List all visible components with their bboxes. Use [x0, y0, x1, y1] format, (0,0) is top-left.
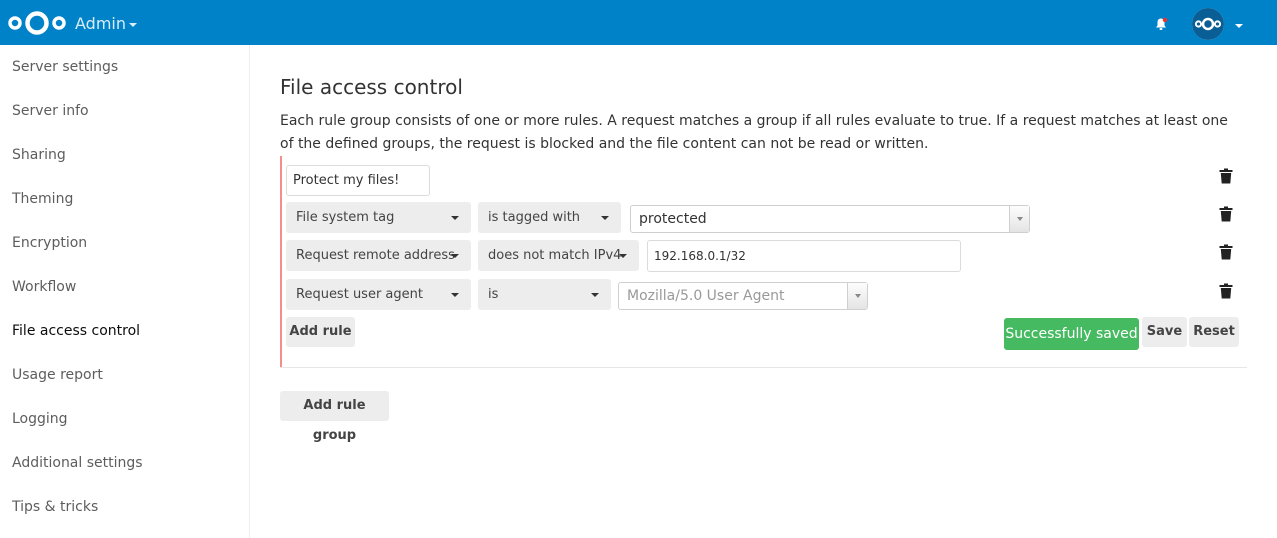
chevron-down-icon — [591, 293, 599, 297]
delete-rule-1-trash-icon[interactable] — [1219, 206, 1233, 222]
rule-1-check-label: File system tag — [296, 210, 395, 225]
chevron-down-icon — [601, 216, 609, 220]
rule-3-check-select[interactable]: Request user agent — [286, 279, 471, 310]
save-button[interactable]: Save — [1142, 317, 1187, 347]
sidebar-item-usage-report[interactable]: Usage report — [0, 353, 249, 397]
sidebar-item-file-access-control[interactable]: File access control — [0, 309, 249, 353]
delete-rule-2-trash-icon[interactable] — [1219, 244, 1233, 260]
group-divider — [280, 367, 1247, 368]
sidebar-item-workflow[interactable]: Workflow — [0, 265, 249, 309]
rule-group-name-input[interactable]: Protect my files! — [286, 165, 430, 196]
rule-1-tag-value: protected — [639, 211, 707, 227]
app-menu-label[interactable]: Admin — [75, 14, 126, 33]
rule-group: Protect my files! File system tag is tag… — [280, 156, 1247, 368]
main-content: File access control Each rule group cons… — [250, 45, 1277, 538]
rule-3-check-label: Request user agent — [296, 287, 423, 302]
rule-2-operator-select[interactable]: does not match IPv4 — [478, 240, 639, 271]
sidebar-item-tips-tricks[interactable]: Tips & tricks — [0, 485, 249, 529]
dropdown-arrow-icon — [1009, 206, 1029, 232]
sidebar-item-sharing[interactable]: Sharing — [0, 133, 249, 177]
app-menu-caret-icon[interactable] — [129, 23, 137, 27]
rule-1-tag-select[interactable]: protected — [630, 205, 1030, 233]
chevron-down-icon — [451, 216, 459, 220]
rule-2-check-select[interactable]: Request remote address — [286, 240, 471, 271]
status-badge: Successfully saved — [1004, 318, 1139, 350]
rule-2-value-input[interactable]: 192.168.0.1/32 — [647, 240, 961, 272]
rule-3-user-agent-value: Mozilla/5.0 User Agent — [627, 288, 785, 304]
rule-3-operator-select[interactable]: is — [478, 279, 611, 310]
rule-2-operator-label: does not match IPv4 — [488, 248, 622, 263]
delete-group-trash-icon[interactable] — [1219, 168, 1233, 184]
add-rule-group-button[interactable]: Add rule group — [280, 391, 389, 443]
user-menu-caret-icon[interactable] — [1235, 24, 1243, 28]
user-avatar[interactable] — [1192, 8, 1224, 40]
chevron-down-icon — [451, 254, 459, 258]
reset-button[interactable]: Reset — [1189, 317, 1239, 347]
rule-3-user-agent-select[interactable]: Mozilla/5.0 User Agent — [618, 282, 868, 310]
sidebar-item-theming[interactable]: Theming — [0, 177, 249, 221]
delete-rule-3-trash-icon[interactable] — [1219, 283, 1233, 299]
page-title: File access control — [280, 75, 463, 99]
notifications-bell-icon[interactable] — [1154, 17, 1168, 31]
chevron-down-icon — [451, 293, 459, 297]
rule-3-operator-label: is — [488, 287, 499, 302]
rule-2-check-label: Request remote address — [296, 248, 455, 263]
page-description: Each rule group consists of one or more … — [280, 113, 1228, 152]
sidebar-item-additional-settings[interactable]: Additional settings — [0, 441, 249, 485]
sidebar-item-server-settings[interactable]: Server settings — [0, 45, 249, 89]
rule-1-check-select[interactable]: File system tag — [286, 202, 471, 233]
sidebar-item-logging[interactable]: Logging — [0, 397, 249, 441]
dropdown-arrow-icon — [847, 283, 867, 309]
rule-group-border — [280, 156, 282, 367]
sidebar-item-encryption[interactable]: Encryption — [0, 221, 249, 265]
chevron-down-icon — [619, 254, 627, 258]
add-rule-button[interactable]: Add rule — [286, 317, 355, 347]
top-header: Admin — [0, 0, 1277, 45]
avatar-logo-icon — [1192, 8, 1224, 40]
settings-sidebar: Server settings Server info Sharing Them… — [0, 45, 250, 538]
sidebar-item-server-info[interactable]: Server info — [0, 89, 249, 133]
nextcloud-logo-icon[interactable] — [8, 10, 66, 36]
rule-1-operator-select[interactable]: is tagged with — [478, 202, 621, 233]
rule-1-operator-label: is tagged with — [488, 210, 581, 225]
